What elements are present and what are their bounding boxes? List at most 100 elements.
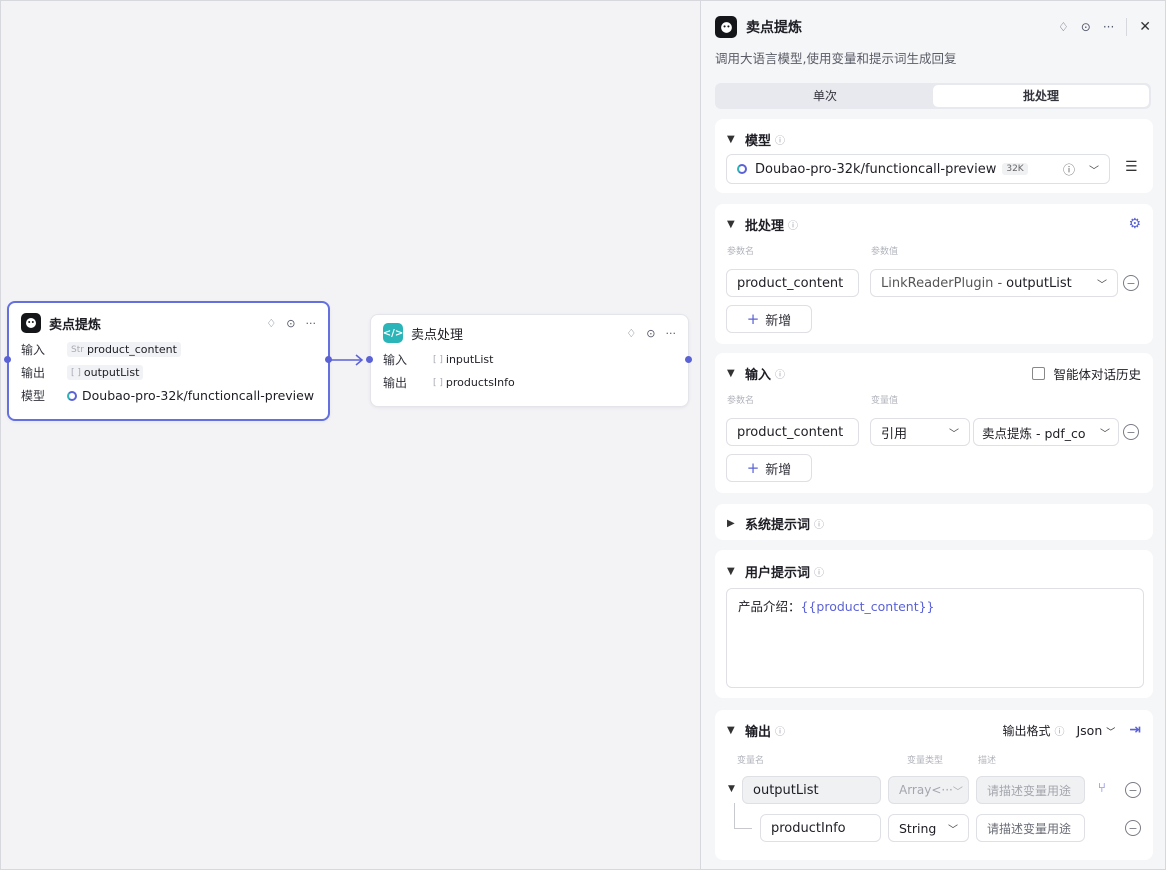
add-child-icon[interactable]: ⑂ (1098, 781, 1106, 796)
chevron-down-icon: ﹀ (948, 824, 958, 836)
divider (1126, 18, 1128, 36)
section-title: 模型 (745, 133, 772, 149)
chevron-down-icon[interactable]: ▼ (727, 725, 741, 736)
info-icon: ⓘ (1054, 726, 1065, 738)
section-title: 输出 (745, 724, 772, 740)
llm-icon (21, 313, 41, 333)
output-child-type-select[interactable]: String ﹀ (888, 814, 969, 842)
node-title: 卖点处理 (411, 327, 464, 343)
close-icon[interactable]: ✕ (1139, 19, 1151, 35)
code-icon: </> (383, 323, 403, 343)
plus-icon: + (746, 459, 760, 477)
input-tag: [ ] inputList (429, 352, 498, 367)
bell-off-icon[interactable]: ♢ (1058, 20, 1069, 34)
section-title: 输入 (745, 367, 772, 383)
tree-collapse-icon[interactable]: ▼ (728, 784, 735, 794)
tab-batch[interactable]: 批处理 (933, 85, 1149, 107)
chevron-right-icon[interactable]: ▶ (727, 518, 741, 529)
output-var-name-input[interactable]: outputList (742, 776, 881, 804)
run-icon[interactable]: ⊙ (1081, 20, 1091, 34)
history-label: 智能体对话历史 (1053, 366, 1141, 382)
section-title: 用户提示词 (745, 565, 811, 581)
remove-row-icon[interactable]: − (1123, 424, 1139, 440)
more-icon[interactable]: ··· (666, 327, 677, 340)
mode-tabs: 单次 批处理 (715, 83, 1151, 109)
edge-connector[interactable] (331, 351, 371, 371)
info-icon: ⓘ (775, 726, 786, 738)
context-badge: 32K (1002, 163, 1028, 175)
node-selling-point-process[interactable]: </> 卖点处理 ♢ ⊙ ··· 输入 [ ] inputList 输出 [ ] pro… (370, 314, 689, 407)
run-icon[interactable]: ⊙ (646, 327, 655, 340)
doubao-model-icon (737, 164, 747, 174)
more-icon[interactable]: ··· (306, 317, 317, 330)
info-icon: ⓘ (814, 567, 825, 579)
model-select[interactable]: Doubao-pro-32k/functioncall-preview 32K … (726, 154, 1110, 184)
info-icon: ⓘ (775, 135, 786, 147)
system-prompt-section[interactable]: ▶ 系统提示词 ⓘ (715, 504, 1153, 540)
chevron-down-icon[interactable]: ▼ (727, 566, 741, 577)
col-header-var-value: 变量值 (871, 396, 899, 406)
add-input-param-button[interactable]: + 新增 (726, 454, 812, 482)
remove-row-icon[interactable]: − (1125, 782, 1141, 798)
output-var-type-select[interactable]: Array<··· ﹀ (888, 776, 969, 804)
workflow-canvas[interactable]: 卖点提炼 ♢ ⊙ ··· 输入 Str product_content 输出 [ ] o… (0, 0, 700, 870)
tree-connector (734, 803, 752, 829)
add-batch-param-button[interactable]: + 新增 (726, 305, 812, 333)
col-header-var-name: 变量名 (737, 756, 765, 766)
tab-single[interactable]: 单次 (717, 85, 933, 107)
panel-title: 卖点提炼 (746, 20, 802, 36)
remove-row-icon[interactable]: − (1123, 275, 1139, 291)
run-icon[interactable]: ⊙ (286, 317, 295, 330)
input-ref-value-select[interactable]: 卖点提炼 - pdf_co ﹀ (973, 418, 1119, 446)
batch-section: ▼ 批处理 ⓘ ⚙ 参数名 参数值 product_content LinkRead… (715, 204, 1153, 344)
output-child-desc-input[interactable]: 请描述变量用途 (976, 814, 1085, 842)
remove-row-icon[interactable]: − (1125, 820, 1141, 836)
node1-input-port[interactable] (4, 356, 11, 363)
gear-icon[interactable]: ⚙ (1128, 216, 1141, 232)
panel-description: 调用大语言模型,使用变量和提示词生成回复 (715, 51, 957, 66)
section-title: 系统提示词 (745, 517, 811, 533)
input-tag: Str product_content (67, 342, 181, 357)
bell-off-icon[interactable]: ♢ (626, 327, 636, 340)
model-settings-icon[interactable]: ☰ (1125, 159, 1138, 175)
info-icon[interactable]: ⓘ (1063, 161, 1075, 178)
user-prompt-section: ▼ 用户提示词 ⓘ 产品介绍：{{product_content}} (715, 550, 1153, 698)
llm-icon (715, 16, 737, 38)
output-section: ▼ 输出 ⓘ 输出格式 ⓘ Json ﹀ ⇥ 变量名 变量类型 描述 ▼ output… (715, 710, 1153, 860)
row-label: 模型 (21, 389, 46, 403)
user-prompt-editor[interactable]: 产品介绍：{{product_content}} (726, 588, 1144, 688)
info-icon: ⓘ (775, 369, 786, 381)
info-icon: ⓘ (814, 519, 825, 531)
prompt-variable: {{product_content}} (800, 599, 935, 614)
node-selling-point-extract[interactable]: 卖点提炼 ♢ ⊙ ··· 输入 Str product_content 输出 [ ] o… (7, 301, 330, 421)
history-checkbox[interactable]: 智能体对话历史 (1032, 364, 1141, 383)
input-section: ▼ 输入 ⓘ 智能体对话历史 参数名 变量值 product_content 引用 ﹀… (715, 353, 1153, 493)
node-config-panel: 卖点提炼 ♢ ⊙ ··· ✕ 调用大语言模型,使用变量和提示词生成回复 单次 批… (700, 0, 1166, 870)
input-param-name-input[interactable]: product_content (726, 418, 859, 446)
doubao-model-icon (67, 390, 77, 401)
chevron-down-icon[interactable]: ▼ (727, 368, 741, 379)
node2-input-port[interactable] (366, 356, 373, 363)
col-header-var-type: 变量类型 (907, 756, 944, 766)
input-ref-type-select[interactable]: 引用 ﹀ (870, 418, 970, 446)
chevron-down-icon: ﹀ (1097, 279, 1107, 291)
bell-off-icon[interactable]: ♢ (266, 317, 276, 330)
chevron-down-icon[interactable]: ▼ (727, 219, 741, 230)
output-settings-icon[interactable]: ⇥ (1129, 722, 1141, 738)
col-header-desc: 描述 (978, 756, 997, 766)
output-tag: [ ] productsInfo (429, 375, 519, 390)
row-label: 输出 (21, 366, 46, 380)
chevron-down-icon[interactable]: ▼ (727, 134, 741, 145)
col-header-param-value: 参数值 (871, 247, 899, 257)
row-label: 输入 (383, 353, 408, 367)
output-child-name-input[interactable]: productInfo (760, 814, 881, 842)
col-header-param-name: 参数名 (727, 396, 755, 406)
node2-output-port[interactable] (685, 356, 692, 363)
more-icon[interactable]: ··· (1103, 20, 1114, 34)
batch-param-name-input[interactable]: product_content (726, 269, 859, 297)
batch-param-value-select[interactable]: LinkReaderPlugin - outputList ﹀ (870, 269, 1118, 297)
chevron-down-icon: ﹀ (1089, 165, 1099, 177)
node-title: 卖点提炼 (49, 317, 102, 333)
format-select[interactable]: Json ﹀ (1076, 723, 1115, 738)
output-var-desc-input[interactable]: 请描述变量用途 (976, 776, 1085, 804)
